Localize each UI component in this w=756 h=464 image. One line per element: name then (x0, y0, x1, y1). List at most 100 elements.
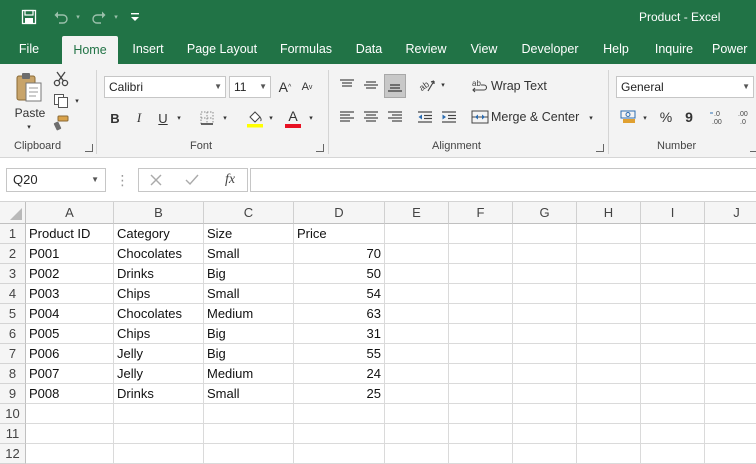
cancel-icon[interactable] (147, 171, 165, 189)
customize-qat-icon[interactable] (128, 0, 142, 34)
cell-b3[interactable]: Drinks (114, 264, 203, 284)
tab-power[interactable]: Power (712, 34, 756, 64)
cell-b8[interactable]: Jelly (114, 364, 203, 384)
increase-decimal-icon[interactable]: .0.00 (708, 106, 730, 128)
insert-function-icon[interactable]: fx (219, 171, 241, 189)
align-left-icon[interactable] (336, 106, 358, 128)
cell-d5[interactable]: 63 (294, 304, 384, 324)
cell-c8[interactable]: Medium (204, 364, 293, 384)
tab-data[interactable]: Data (350, 34, 388, 64)
name-box[interactable]: Q20 ▼ (6, 168, 106, 192)
increase-font-size-icon[interactable]: A ^ (276, 76, 294, 98)
decrease-decimal-icon[interactable]: .00.0 (734, 106, 756, 128)
cell-c6[interactable]: Big (204, 324, 293, 344)
row-header[interactable]: 8 (0, 364, 26, 384)
decrease-indent-icon[interactable] (414, 106, 436, 128)
column-header-e[interactable]: E (385, 202, 449, 224)
comma-style-button[interactable]: 9 (680, 106, 698, 128)
column-header-f[interactable]: F (449, 202, 513, 224)
align-center-icon[interactable] (360, 106, 382, 128)
font-launcher-icon[interactable] (316, 144, 324, 152)
percent-style-button[interactable]: % (656, 106, 676, 128)
enter-icon[interactable] (183, 171, 201, 189)
copy-icon[interactable] (52, 92, 70, 110)
underline-button[interactable]: U (154, 108, 172, 128)
tab-developer[interactable]: Developer (518, 34, 582, 64)
orientation-icon[interactable]: ab (416, 74, 438, 96)
align-right-icon[interactable] (384, 106, 406, 128)
merge-center-dropdown-icon[interactable]: ▾ (586, 112, 596, 124)
column-header-i[interactable]: I (641, 202, 705, 224)
cell-c2[interactable]: Small (204, 244, 293, 264)
number-format-combo[interactable]: General ▼ (616, 76, 754, 98)
row-header[interactable]: 6 (0, 324, 26, 344)
alignment-launcher-icon[interactable] (596, 144, 604, 152)
align-bottom-icon[interactable] (384, 74, 406, 98)
clipboard-launcher-icon[interactable] (85, 144, 93, 152)
align-middle-icon[interactable] (360, 74, 382, 96)
redo-icon[interactable] (88, 0, 110, 34)
column-header-a[interactable]: A (26, 202, 114, 224)
undo-icon[interactable] (50, 0, 72, 34)
cell-a5[interactable]: P004 (26, 304, 113, 324)
cell-b7[interactable]: Jelly (114, 344, 203, 364)
merge-center-icon[interactable] (470, 106, 490, 128)
cell-b6[interactable]: Chips (114, 324, 203, 344)
cell-a1[interactable]: Product ID (26, 224, 113, 244)
column-header-g[interactable]: G (513, 202, 577, 224)
number-launcher-icon[interactable] (750, 144, 756, 152)
cell-a7[interactable]: P006 (26, 344, 113, 364)
fill-color-icon[interactable] (244, 106, 266, 130)
cell-d4[interactable]: 54 (294, 284, 384, 304)
fill-color-dropdown-icon[interactable]: ▾ (266, 112, 276, 124)
row-header[interactable]: 5 (0, 304, 26, 324)
row-header[interactable]: 1 (0, 224, 26, 244)
row-header[interactable]: 4 (0, 284, 26, 304)
decrease-font-size-icon[interactable]: Av (298, 76, 316, 98)
merge-center-button[interactable]: Merge & Center (491, 107, 581, 127)
column-header-b[interactable]: B (114, 202, 204, 224)
cell-b1[interactable]: Category (114, 224, 203, 244)
column-header-d[interactable]: D (294, 202, 385, 224)
tab-page-layout[interactable]: Page Layout (182, 34, 262, 64)
paste-icon[interactable] (12, 70, 46, 104)
row-header[interactable]: 2 (0, 244, 26, 264)
cell-a3[interactable]: P002 (26, 264, 113, 284)
tab-inquire[interactable]: Inquire (648, 34, 700, 64)
column-header-c[interactable]: C (204, 202, 294, 224)
tab-help[interactable]: Help (598, 34, 634, 64)
save-icon[interactable] (18, 0, 40, 34)
borders-dropdown-icon[interactable]: ▾ (220, 112, 230, 124)
cell-c4[interactable]: Small (204, 284, 293, 304)
sheet-grid[interactable]: A B C D E F G H I J 1 2 3 4 5 6 7 8 9 10… (0, 202, 756, 464)
cell-b2[interactable]: Chocolates (114, 244, 203, 264)
tab-file[interactable]: File (8, 34, 50, 64)
row-header[interactable]: 11 (0, 424, 26, 444)
cell-a9[interactable]: P008 (26, 384, 113, 404)
row-header[interactable]: 12 (0, 444, 26, 464)
accounting-dropdown-icon[interactable]: ▾ (640, 112, 650, 124)
orientation-dropdown-icon[interactable]: ▾ (438, 80, 448, 90)
tab-review[interactable]: Review (402, 34, 450, 64)
cell-c5[interactable]: Medium (204, 304, 293, 324)
cell-d6[interactable]: 31 (294, 324, 384, 344)
cell-a4[interactable]: P003 (26, 284, 113, 304)
increase-indent-icon[interactable] (438, 106, 460, 128)
wrap-text-icon[interactable]: ab (470, 76, 490, 96)
italic-button[interactable]: I (130, 108, 148, 128)
font-size-combo[interactable]: 11 ▼ (229, 76, 271, 98)
formula-bar-grip-icon[interactable]: ⋮ (116, 172, 130, 188)
cell-d1[interactable]: Price (294, 224, 384, 244)
cell-b5[interactable]: Chocolates (114, 304, 203, 324)
tab-formulas[interactable]: Formulas (276, 34, 336, 64)
font-color-icon[interactable]: A (282, 106, 304, 130)
tab-view[interactable]: View (466, 34, 502, 64)
borders-icon[interactable] (196, 108, 218, 128)
tab-insert[interactable]: Insert (126, 34, 170, 64)
column-header-j[interactable]: J (705, 202, 756, 224)
align-top-icon[interactable] (336, 74, 358, 96)
cell-a6[interactable]: P005 (26, 324, 113, 344)
undo-dropdown-icon[interactable]: ▾ (72, 0, 84, 34)
cell-c3[interactable]: Big (204, 264, 293, 284)
row-header[interactable]: 7 (0, 344, 26, 364)
